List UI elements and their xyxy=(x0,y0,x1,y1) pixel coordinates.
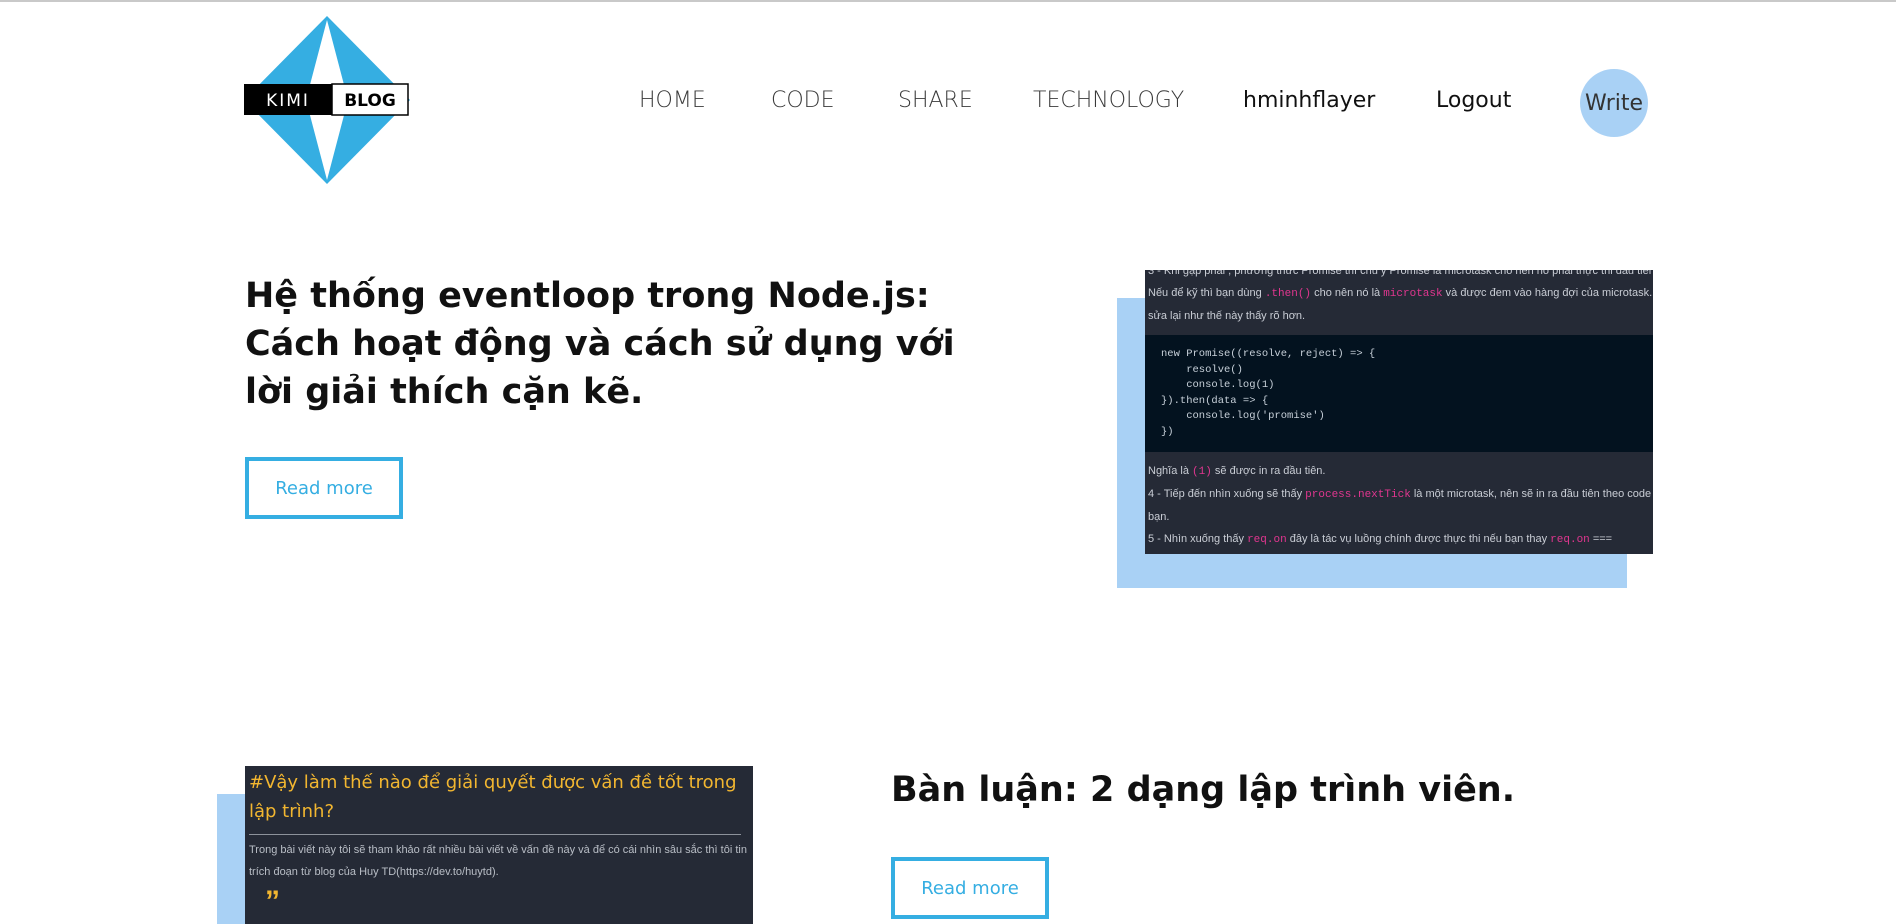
logo-right-text: BLOG xyxy=(344,91,396,111)
thumbnail-text: 4 - Tiếp đến nhìn xuống sẽ thấy process.… xyxy=(1148,488,1653,501)
quote-icon: ” xyxy=(265,885,280,918)
read-more-button[interactable]: Read more xyxy=(245,457,403,519)
nav-username[interactable]: hminhflayer xyxy=(1243,88,1375,113)
code-block: new Promise((resolve, reject) => { resol… xyxy=(1145,335,1653,452)
nav-code[interactable]: CODE xyxy=(771,88,835,113)
thumbnail-text: 5 - Nhìn xuống thấy req.on đây là tác vụ… xyxy=(1148,533,1613,546)
post-title[interactable]: Hệ thống eventloop trong Node.js: Cách h… xyxy=(245,272,1005,416)
thumbnail-text: Nghĩa là (1) sẽ được in ra đầu tiên. xyxy=(1148,465,1326,478)
logo-left-text: KIMI xyxy=(266,91,310,111)
nav-home[interactable]: HOME xyxy=(639,88,706,113)
thumbnail-text: 3 - Khi gặp phải , phương thức Promise t… xyxy=(1148,270,1653,277)
read-more-button[interactable]: Read more xyxy=(891,857,1049,919)
post-thumbnail[interactable]: 3 - Khi gặp phải , phương thức Promise t… xyxy=(1145,270,1653,554)
write-button[interactable]: Write xyxy=(1580,69,1648,137)
thumbnail-text: Trong bài viết này tôi sẽ tham khảo rất … xyxy=(249,844,747,878)
thumbnail-text: sửa lại như thế này thấy rõ hơn. xyxy=(1148,310,1306,322)
nav-technology[interactable]: TECHNOLOGY xyxy=(1033,88,1184,113)
post-title[interactable]: Bàn luận: 2 dạng lập trình viên. xyxy=(891,766,1651,814)
logo[interactable]: KIMI BLOG xyxy=(244,16,410,184)
thumbnail-text: Nếu để kỹ thì bạn dùng .then() cho nên n… xyxy=(1148,287,1653,300)
nav-logout[interactable]: Logout xyxy=(1436,88,1511,113)
thumbnail-text: bạn. xyxy=(1148,511,1170,523)
thumbnail-heading: #Vậy làm thế nào để giải quyết được vấn … xyxy=(249,772,737,822)
post-thumbnail[interactable]: #Vậy làm thế nào để giải quyết được vấn … xyxy=(245,766,753,924)
nav-share[interactable]: SHARE xyxy=(898,88,973,113)
